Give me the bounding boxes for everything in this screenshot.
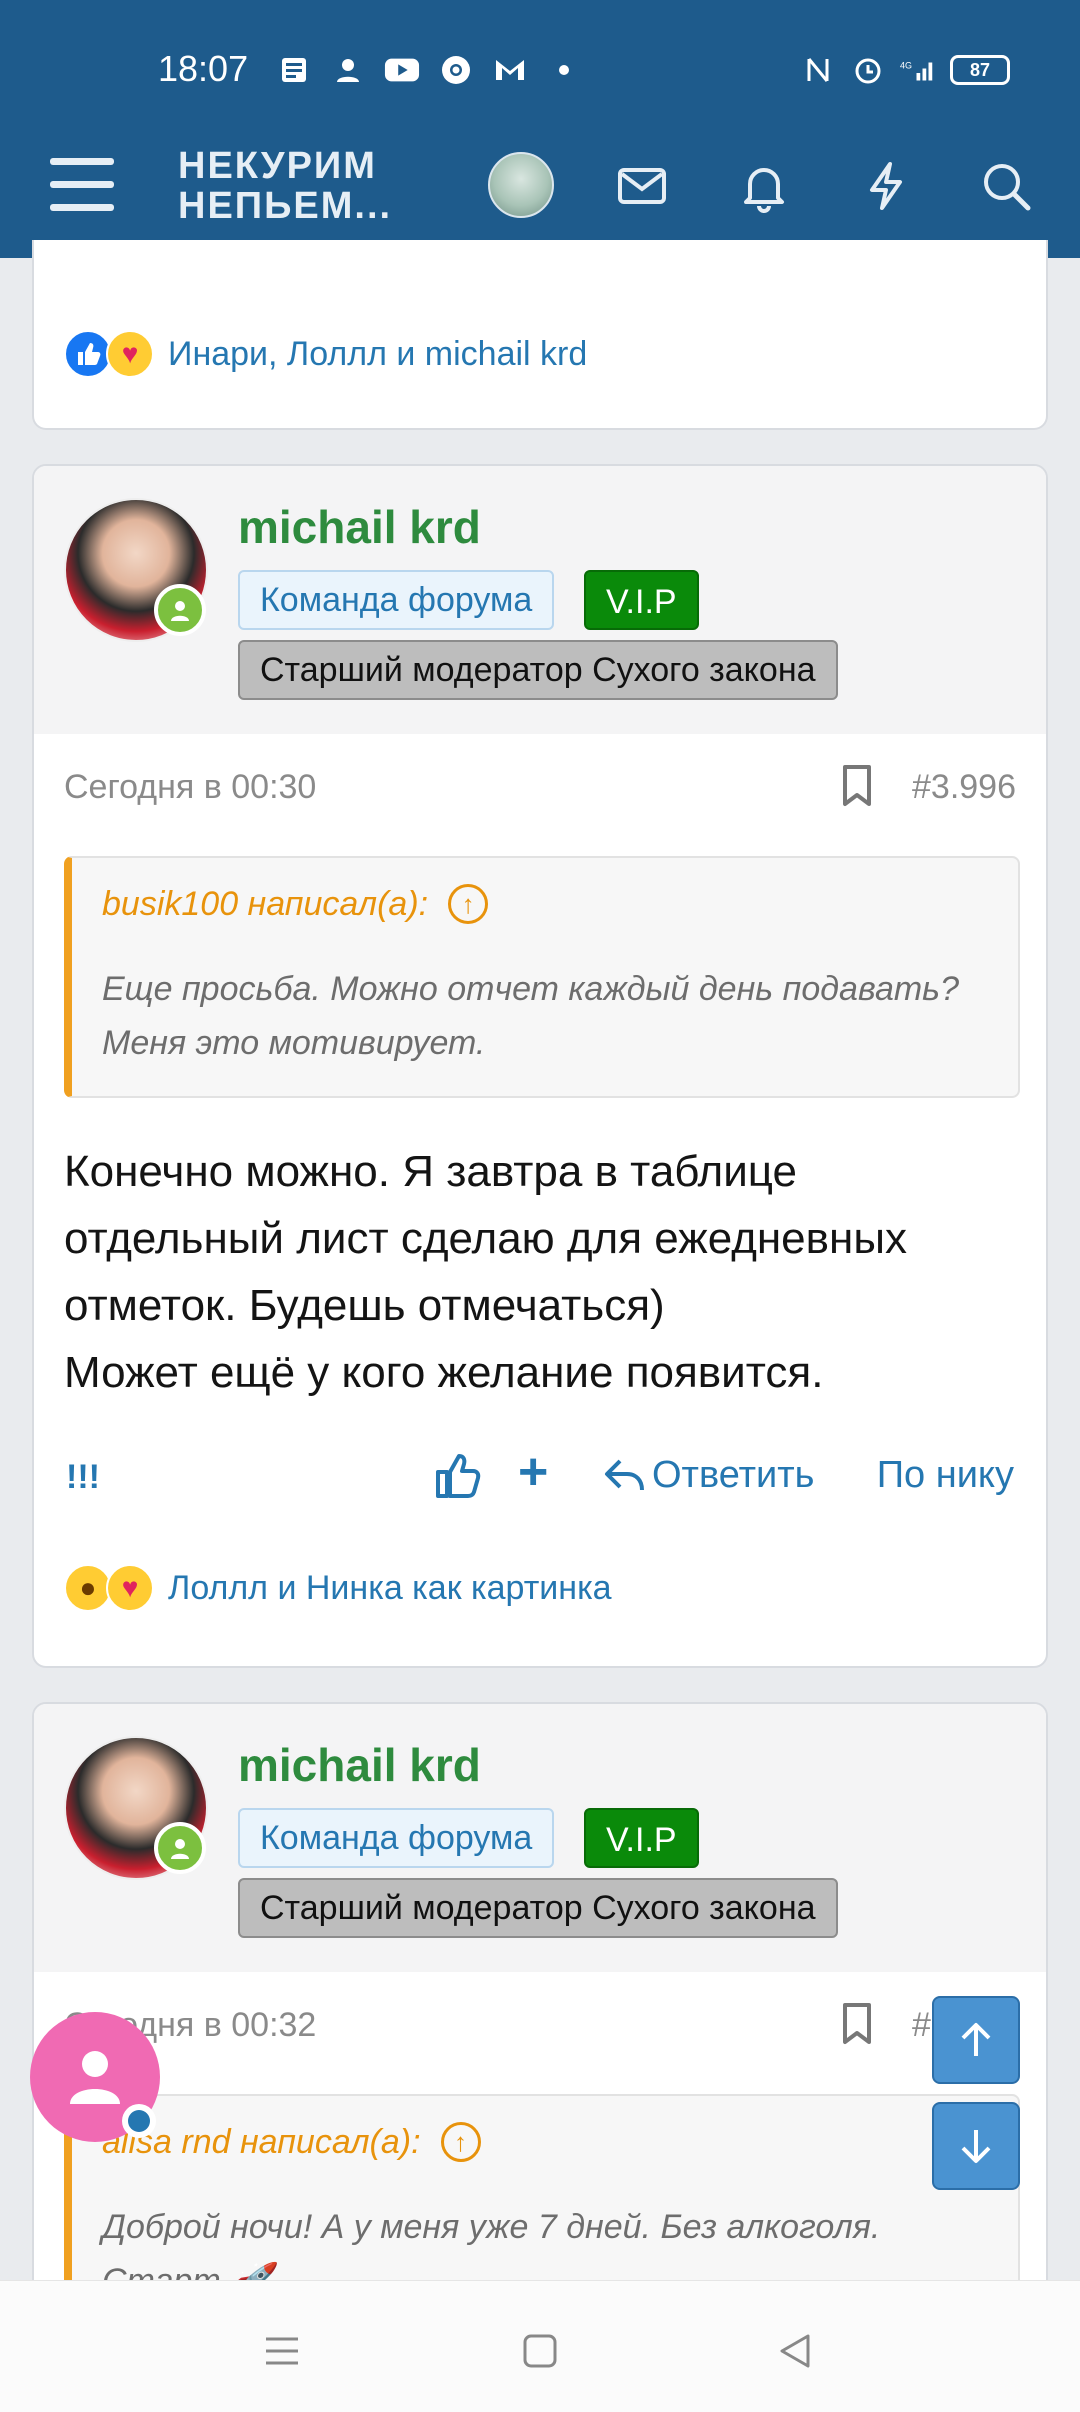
role-badge: Старший модератор Сухого закона — [238, 1878, 838, 1938]
post-author-block: michail krd Команда форума V.I.P Старший… — [34, 466, 1046, 734]
dot-icon — [546, 52, 582, 88]
team-badge: Команда форума — [238, 1808, 555, 1868]
chat-badge-icon — [122, 2104, 156, 2138]
heart-eyes-reaction-icon: ♥ — [106, 330, 154, 378]
system-icons: 4G 87 — [800, 52, 1010, 88]
bell-icon[interactable] — [736, 158, 792, 214]
author-username[interactable]: michail krd — [238, 500, 481, 554]
youtube-icon — [384, 52, 420, 88]
vip-badge: V.I.P — [584, 570, 699, 630]
post-number[interactable]: #3.996 — [912, 768, 1016, 807]
reply-button[interactable]: Ответить — [604, 1454, 814, 1497]
battery-indicator: 87 — [950, 55, 1010, 85]
inbox-icon[interactable] — [614, 158, 670, 214]
back-icon[interactable] — [766, 2321, 826, 2381]
alarm-icon — [850, 52, 886, 88]
reply-icon — [605, 1459, 644, 1490]
reactions-bar[interactable]: ♥ Инари, Лоллл и michail krd — [64, 330, 587, 378]
post-meta: Сегодня в 00:30 #3.996 — [34, 734, 1046, 834]
quote-header[interactable]: alisa rnd написал(а): ↑ — [102, 2122, 481, 2162]
person-icon — [330, 52, 366, 88]
reply-label: Ответить — [652, 1454, 815, 1496]
heart-eyes-reaction-icon: ♥ — [106, 1564, 154, 1612]
svg-text:4G: 4G — [900, 61, 912, 71]
user-avatar[interactable] — [488, 152, 554, 218]
team-badge: Команда форума — [238, 570, 555, 630]
online-status-icon — [154, 1822, 206, 1874]
arrow-down-icon — [961, 2130, 991, 2163]
jump-to-quote-icon[interactable]: ↑ — [448, 884, 489, 924]
post-card: michail krd Команда форума V.I.P Старший… — [32, 464, 1048, 1668]
signal-4g-icon: 4G — [900, 52, 936, 88]
quote-header[interactable]: busik100 написал(а): ↑ — [102, 884, 489, 924]
post-body-line: отметок. Будешь отмечаться) — [64, 1281, 665, 1330]
like-reaction-icon — [64, 330, 112, 378]
by-nick-button[interactable]: По нику — [877, 1454, 1014, 1497]
post-body-line: отдельный лист сделаю для ежедневных — [64, 1214, 907, 1263]
app-header: 18:07 4G 87 НЕКУРИМ НЕПЬЕМ... — [0, 0, 1080, 258]
plus-icon[interactable]: + — [518, 1442, 548, 1502]
post-actions: !!! + Ответить По нику — [34, 1438, 1046, 1518]
post-author-block: michail krd Команда форума V.I.P Старший… — [34, 1704, 1046, 1972]
author-username[interactable]: michail krd — [238, 1738, 481, 1792]
nfc-icon — [800, 52, 836, 88]
status-bar: 18:07 4G 87 — [0, 40, 1080, 100]
jump-to-quote-icon[interactable]: ↑ — [440, 2122, 481, 2162]
post-card: michail krd Команда форума V.I.P Старший… — [32, 1702, 1048, 2342]
chrome-icon — [438, 52, 474, 88]
post-body-line: Может ещё у кого желание появится. — [64, 1348, 824, 1397]
site-logo[interactable]: НЕКУРИМ НЕПЬЕМ... — [178, 146, 392, 226]
quote-block: busik100 написал(а): ↑ Еще просьба. Можн… — [64, 856, 1020, 1098]
arrow-up-icon — [961, 2023, 991, 2056]
reactions-names[interactable]: Инари, Лоллл и michail krd — [168, 335, 587, 374]
gmail-icon — [492, 52, 528, 88]
reactions-bar[interactable]: ● ♥ Лоллл и Нинка как картинка — [64, 1564, 612, 1612]
quote-author: busik100 написал(а): — [102, 884, 429, 923]
lightning-icon[interactable] — [858, 158, 914, 214]
report-link[interactable]: !!! — [66, 1458, 100, 1497]
status-time: 18:07 — [158, 48, 249, 89]
like-icon[interactable] — [430, 1448, 486, 1504]
logo-line2: НЕПЬЕМ... — [178, 185, 393, 227]
previous-post-card: ♥ Инари, Лоллл и michail krd — [32, 240, 1048, 430]
scroll-bottom-button[interactable] — [932, 2102, 1020, 2190]
role-badge: Старший модератор Сухого закона — [238, 640, 838, 700]
system-nav-bar — [0, 2280, 1080, 2412]
post-body-line: Конечно можно. Я завтра в таблице — [64, 1147, 797, 1196]
scroll-top-button[interactable] — [932, 1996, 1020, 2084]
top-navbar: НЕКУРИМ НЕПЬЕМ... — [0, 130, 1080, 240]
notification-icons — [276, 52, 582, 88]
wow-reaction-icon: ● — [64, 1564, 112, 1612]
online-status-icon — [154, 584, 206, 636]
user-icon — [70, 2051, 120, 2104]
bookmark-icon[interactable] — [840, 764, 874, 808]
post-date[interactable]: Сегодня в 00:30 — [64, 768, 316, 807]
bookmark-icon[interactable] — [840, 2002, 874, 2046]
vip-badge: V.I.P — [584, 1808, 699, 1868]
home-icon[interactable] — [510, 2321, 570, 2381]
news-icon — [276, 52, 312, 88]
menu-icon[interactable] — [50, 158, 114, 212]
search-icon[interactable] — [978, 158, 1034, 214]
reactions-names[interactable]: Лоллл и Нинка как картинка — [168, 1569, 612, 1608]
quote-text: Еще просьба. Можно отчет каждый день под… — [102, 970, 959, 1062]
logo-line1: НЕКУРИМ — [178, 145, 377, 187]
post-body: Конечно можно. Я завтра в таблице отдель… — [64, 1138, 1024, 1406]
recent-apps-icon[interactable] — [252, 2321, 312, 2381]
post-meta: Сегодня в 00:32 #3.997 — [34, 1972, 1046, 2072]
